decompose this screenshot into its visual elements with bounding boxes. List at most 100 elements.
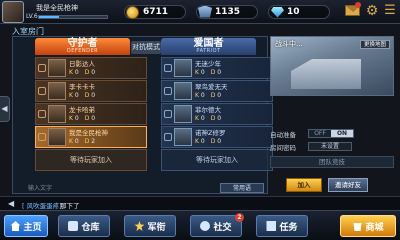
medal-icon bbox=[198, 5, 212, 18]
deaths-value: 0 bbox=[217, 68, 222, 76]
kill-label: K bbox=[195, 68, 199, 76]
death-label: D bbox=[84, 68, 90, 76]
defender-subtitle: DEFENDER bbox=[66, 48, 99, 54]
lock-icon bbox=[38, 110, 46, 118]
social-badge: 2 bbox=[235, 213, 244, 222]
wait-player-slot[interactable]: 等待玩家加入 bbox=[35, 149, 147, 171]
coin-icon bbox=[126, 5, 139, 19]
death-label: D bbox=[210, 91, 216, 99]
player-slot[interactable]: 李卡卡卡 K 0D 0 bbox=[35, 80, 147, 102]
shop-icon bbox=[353, 223, 362, 231]
deaths-value: 0 bbox=[91, 68, 96, 76]
coins-display[interactable]: 6711 bbox=[124, 3, 186, 20]
wait-player-slot[interactable]: 等待玩家加入 bbox=[161, 149, 273, 171]
defender-column: 日影达人 K 0D 0 李卡卡卡 K 0D 0 龙卡哈弟 K 0D 0 我是全民… bbox=[35, 57, 147, 171]
death-label: D bbox=[84, 137, 90, 145]
warehouse-icon bbox=[68, 221, 79, 231]
deaths-value: 0 bbox=[217, 114, 222, 122]
nav-home-label: 主页 bbox=[23, 222, 42, 233]
left-arrow-button[interactable]: ◀ bbox=[0, 96, 10, 122]
auto-ready-toggle[interactable]: OFF ON bbox=[308, 129, 354, 138]
deaths-value: 0 bbox=[217, 91, 222, 99]
coins-value: 6711 bbox=[143, 6, 169, 17]
toggle-off[interactable]: OFF bbox=[309, 130, 331, 137]
mail-notification-dot bbox=[355, 2, 361, 8]
player-slot[interactable]: 诺神Z修罗 K 0D 0 bbox=[161, 126, 273, 148]
team-mode-label: 团队竞技 bbox=[270, 156, 394, 168]
player-avatar-icon bbox=[174, 105, 192, 123]
room-password-field[interactable]: 未设置 bbox=[308, 142, 352, 151]
room-password-row: 房间密码 未设置 bbox=[270, 141, 394, 152]
player-slot[interactable]: 菲尔德大 K 0D 0 bbox=[161, 103, 273, 125]
death-label: D bbox=[84, 114, 90, 122]
social-icon bbox=[200, 221, 211, 231]
nav-warehouse[interactable]: 仓库 bbox=[58, 215, 110, 237]
nav-social[interactable]: 社交 2 bbox=[190, 213, 244, 237]
kill-label: K bbox=[69, 68, 73, 76]
chat-message: 那下了 bbox=[60, 202, 80, 210]
chat-input[interactable]: 输入文字 bbox=[28, 183, 52, 192]
deaths-value: 0 bbox=[91, 91, 96, 99]
player-slot[interactable]: 日影达人 K 0D 0 bbox=[35, 57, 147, 79]
medals-value: 1135 bbox=[215, 6, 241, 17]
gem-icon bbox=[271, 6, 284, 18]
death-label: D bbox=[210, 68, 216, 76]
team-panel: 守护者 DEFENDER 对抗模式 爱国者 PATRIOT 日影达人 K 0D … bbox=[12, 36, 273, 194]
player-level: LV.6 bbox=[26, 13, 38, 20]
player-avatar-icon bbox=[174, 82, 192, 100]
chat-expand-icon[interactable]: ◀ bbox=[8, 199, 14, 208]
kill-label: K bbox=[195, 137, 199, 145]
xp-fill bbox=[39, 16, 60, 18]
player-name: 翠鸟爱无天 bbox=[195, 82, 228, 91]
nav-social-label: 社交 bbox=[213, 222, 232, 233]
deaths-value: 2 bbox=[91, 137, 96, 145]
medals-display[interactable]: 1135 bbox=[196, 3, 258, 20]
gems-display[interactable]: 10 bbox=[268, 3, 330, 20]
kill-label: K bbox=[69, 114, 73, 122]
gems-value: 10 bbox=[287, 6, 300, 17]
task-icon bbox=[266, 221, 277, 231]
player-slot[interactable]: 翠鸟爱无天 K 0D 0 bbox=[161, 80, 273, 102]
rank-icon bbox=[134, 221, 145, 231]
tab-attackers[interactable]: 爱国者 PATRIOT bbox=[161, 38, 256, 55]
nav-rank[interactable]: 军衔 bbox=[124, 215, 176, 237]
menu-icon[interactable]: ☰ bbox=[383, 3, 397, 19]
chat-line[interactable]: ◀ [ 风吹蛋蛋疼] 那下了 bbox=[0, 196, 400, 210]
player-name: 日影达人 bbox=[69, 59, 95, 68]
nav-task[interactable]: 任务 bbox=[256, 215, 308, 237]
change-map-button[interactable]: 更换地图 bbox=[359, 40, 390, 49]
gear-icon[interactable]: ⚙ bbox=[365, 4, 379, 18]
player-avatar[interactable] bbox=[2, 1, 24, 23]
tab-defenders[interactable]: 守护者 DEFENDER bbox=[35, 38, 130, 55]
player-avatar-icon bbox=[174, 59, 192, 77]
map-preview[interactable]: 战斗中... 更换地图 bbox=[270, 36, 394, 96]
death-label: D bbox=[210, 137, 216, 145]
common-phrases-button[interactable]: 常用语 bbox=[220, 183, 264, 193]
player-avatar-icon bbox=[48, 128, 66, 146]
attacker-subtitle: PATRIOT bbox=[196, 48, 221, 54]
xp-bar bbox=[38, 15, 108, 19]
nav-shop[interactable]: 商城 bbox=[340, 215, 396, 237]
lock-icon bbox=[38, 64, 46, 72]
nav-home[interactable]: 主页 bbox=[4, 215, 48, 237]
player-name: 无迷少年 bbox=[195, 59, 221, 68]
nav-shop-label: 商城 bbox=[365, 222, 384, 233]
player-avatar-icon bbox=[174, 128, 192, 146]
attacker-column: 无迷少年 K 0D 0 翠鸟爱无天 K 0D 0 菲尔德大 K 0D 0 诺神Z… bbox=[161, 57, 273, 171]
player-slot[interactable]: 龙卡哈弟 K 0D 0 bbox=[35, 103, 147, 125]
room-settings: 自动准备 OFF ON 房间密码 未设置 bbox=[270, 128, 394, 154]
player-name: 我是全民枪神 bbox=[69, 128, 108, 137]
death-label: D bbox=[210, 114, 216, 122]
player-name: 龙卡哈弟 bbox=[69, 105, 95, 114]
self-player-slot[interactable]: 我是全民枪神 K 0D 2 bbox=[35, 126, 147, 148]
player-name: 菲尔德大 bbox=[195, 105, 221, 114]
invite-friends-button[interactable]: 邀请好友 bbox=[328, 178, 368, 192]
lock-icon bbox=[38, 133, 46, 141]
join-button[interactable]: 加入 bbox=[286, 178, 322, 192]
nav-task-label: 任务 bbox=[279, 222, 298, 233]
player-slot[interactable]: 无迷少年 K 0D 0 bbox=[161, 57, 273, 79]
player-name: 我是全民枪神 bbox=[36, 4, 78, 12]
kills-value: 0 bbox=[74, 137, 79, 145]
toggle-on[interactable]: ON bbox=[331, 130, 353, 137]
kills-value: 0 bbox=[200, 68, 205, 76]
